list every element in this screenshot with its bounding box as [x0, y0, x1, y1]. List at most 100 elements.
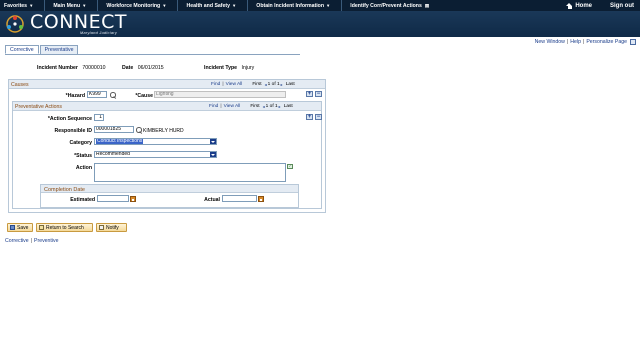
nav-workforce-monitoring[interactable]: Workforce Monitoring ▾ [102, 3, 165, 9]
cause-label: *Cause [135, 93, 153, 99]
pa-view-all-link[interactable]: View All [224, 104, 241, 109]
bottom-tab-links: Corrective | Preventive [5, 238, 59, 244]
corrective-link[interactable]: Corrective [5, 238, 29, 244]
nav-right: Home Sign out [566, 0, 640, 11]
notify-label: Notify [106, 224, 119, 231]
page-tabs: Corrective Preventative [5, 45, 79, 54]
top-nav-bar: Favorites ▾ Main Menu ▾ Workforce Monitori… [0, 0, 640, 11]
responsible-id-input[interactable]: 000001825 [94, 126, 134, 133]
return-icon [39, 225, 44, 230]
causes-last-label[interactable]: Last [286, 82, 295, 87]
new-window-link[interactable]: New Window [535, 39, 565, 45]
preventive-link[interactable]: Preventive [34, 238, 59, 244]
delete-row-icon[interactable]: − [315, 114, 322, 120]
causes-view-all-link[interactable]: View All [226, 82, 243, 87]
add-row-icon[interactable]: + [306, 91, 313, 97]
previous-icon[interactable]: ◂ [265, 82, 267, 87]
tab-preventative[interactable]: Preventative [39, 45, 79, 54]
nav-current-page: Identify Corr/Prevent Actions ▤ [346, 3, 429, 9]
return-label: Return to Search [46, 224, 84, 231]
preventative-actions-title: Preventative Actions [15, 104, 63, 110]
hazard-label: *Hazard [65, 93, 85, 99]
incident-type-label: Incident Type [204, 65, 238, 71]
nav-obtain-label: Obtain Incident Information [256, 2, 325, 9]
hazard-input[interactable]: K999 [87, 91, 107, 98]
next-icon[interactable]: ▸ [279, 104, 281, 109]
save-button[interactable]: Save [7, 223, 33, 232]
causes-navigation: Find | View All First ◂ 1 of 1 ▸ Last [211, 82, 295, 87]
nav-divider [247, 0, 249, 11]
spell-check-icon[interactable]: ✓ [287, 164, 293, 169]
pa-find-link[interactable]: Find [209, 104, 218, 109]
save-label: Save [17, 224, 29, 231]
action-sequence-label: *Action Sequence [47, 116, 92, 122]
incident-type: Incident Type Injury [204, 65, 254, 71]
nav-current-label: Identify Corr/Prevent Actions [350, 2, 422, 9]
causes-first-label[interactable]: First [252, 82, 261, 87]
nav-main-menu[interactable]: Main Menu ▾ [49, 3, 85, 9]
nav-divider [97, 0, 99, 11]
preventative-actions-header: Preventative Actions Find | View All Fir… [13, 102, 321, 111]
responsible-id-label: Responsible ID [54, 128, 92, 134]
return-to-search-button[interactable]: Return to Search [36, 223, 93, 232]
search-icon[interactable] [136, 127, 142, 133]
causes-title: Causes [11, 82, 29, 88]
page-options-icon[interactable] [630, 39, 636, 45]
chevron-down-icon: ▾ [83, 2, 86, 8]
chevron-down-icon [210, 139, 216, 144]
actual-label: Actual [204, 197, 220, 203]
save-icon [10, 225, 15, 230]
delete-row-icon[interactable]: − [315, 91, 322, 97]
preventative-actions-navigation: Find | View All First ◂ 1 of 1 ▸ Last [209, 104, 293, 109]
nav-favorites-label: Favorites [4, 2, 28, 9]
calendar-icon[interactable] [130, 196, 136, 202]
status-select[interactable]: Recommended [94, 151, 217, 158]
nav-favorites[interactable]: Favorites ▾ [0, 3, 32, 9]
category-label: Category [69, 140, 93, 146]
date-label: Date [122, 65, 134, 71]
actual-date-input[interactable] [222, 195, 257, 202]
home-icon [566, 2, 573, 9]
nav-obtain-incident[interactable]: Obtain Incident Information ▾ [252, 3, 329, 9]
nav-health-safety[interactable]: Health and Safety ▾ [182, 3, 235, 9]
incident-number-value: 70000010 [82, 65, 106, 71]
notify-button[interactable]: Notify [96, 223, 127, 232]
status-value: Recommended [96, 151, 130, 157]
nav-divider [341, 0, 343, 11]
nav-divider [177, 0, 179, 11]
help-link[interactable]: Help [570, 39, 581, 45]
link-separator: | [582, 39, 585, 45]
nav-workforce-label: Workforce Monitoring [106, 2, 161, 9]
home-link[interactable]: Home [566, 2, 592, 9]
tab-corrective[interactable]: Corrective [5, 45, 39, 54]
sign-out-link[interactable]: Sign out [610, 3, 634, 9]
chevron-down-icon: ▾ [327, 2, 330, 8]
personalize-page-link[interactable]: Personalize Page [586, 39, 627, 45]
calendar-icon[interactable] [258, 196, 264, 202]
action-textarea[interactable] [94, 163, 286, 182]
status-label: *Status [74, 153, 92, 159]
estimated-label: Estimated [70, 197, 95, 203]
link-separator: | [222, 82, 224, 87]
search-icon[interactable] [110, 92, 116, 98]
chevron-down-icon: ▾ [163, 2, 166, 8]
causes-row-count: 1 of 1 [267, 82, 280, 87]
nav-health-label: Health and Safety [186, 2, 231, 9]
nav-divider [44, 0, 46, 11]
incident-type-value: Injury [241, 65, 255, 71]
previous-icon[interactable]: ◂ [263, 104, 265, 109]
category-select[interactable]: Conduct Inspections [94, 138, 217, 145]
tab-divider [5, 54, 300, 55]
add-row-icon[interactable]: + [306, 114, 313, 120]
incident-number-label: Incident Number [37, 65, 78, 71]
completion-date-title: Completion Date [44, 186, 85, 193]
category-value: Conduct Inspections [96, 138, 144, 144]
menu-icon: ▤ [424, 2, 430, 8]
next-icon[interactable]: ▸ [281, 82, 283, 87]
pa-last-label[interactable]: Last [284, 104, 293, 109]
action-sequence-input[interactable]: 1 [94, 114, 104, 121]
estimated-date-input[interactable] [97, 195, 129, 202]
connect-logo-icon [6, 15, 24, 33]
causes-find-link[interactable]: Find [211, 82, 220, 87]
pa-first-label[interactable]: First [250, 104, 259, 109]
